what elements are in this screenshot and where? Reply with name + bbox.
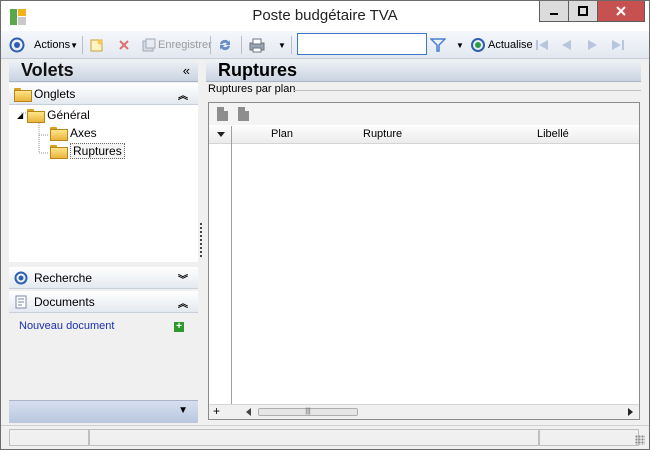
- first-icon: [536, 40, 548, 50]
- documents-label: Documents: [34, 294, 95, 309]
- ruptures-header: Ruptures: [206, 60, 641, 82]
- scroll-left-icon[interactable]: [246, 408, 251, 416]
- column-header-rupture[interactable]: Rupture: [363, 128, 402, 140]
- actualise-button[interactable]: Actualise: [470, 35, 533, 55]
- grid-header: Plan Rupture Libellé: [209, 126, 639, 144]
- expand-arrow-icon[interactable]: ◢: [17, 111, 23, 120]
- save-icon: [142, 38, 156, 52]
- recherche-section-header[interactable]: Recherche ︾: [9, 267, 198, 289]
- chevron-up-icon[interactable]: ︽: [178, 87, 188, 102]
- ruptures-par-plan-group: Ruptures par plan Plan Rupture Libellé +: [206, 83, 641, 423]
- scrollbar-thumb[interactable]: |||: [258, 408, 358, 416]
- print-button[interactable]: ▼: [248, 35, 286, 55]
- tree-node-general[interactable]: ◢ Général: [17, 106, 90, 124]
- actualise-label: Actualise: [488, 39, 533, 51]
- panel-overflow-bar[interactable]: ▼: [9, 400, 198, 423]
- grid-edit-icon[interactable]: [238, 107, 249, 121]
- refresh-button[interactable]: [217, 35, 233, 55]
- prev-icon: [562, 40, 571, 50]
- add-row-icon[interactable]: +: [213, 404, 220, 418]
- enregistrer-label: Enregistrer: [158, 39, 212, 51]
- folder-icon: [27, 109, 46, 123]
- status-cell-1: [9, 429, 89, 446]
- status-cell-2: [89, 429, 539, 446]
- grid-new-icon[interactable]: [217, 107, 228, 121]
- volets-header: Volets «: [9, 60, 198, 82]
- first-record-button[interactable]: [534, 35, 550, 55]
- add-document-icon[interactable]: +: [174, 322, 184, 332]
- ruptures-title: Ruptures: [218, 60, 298, 80]
- ruptures-grid: Plan Rupture Libellé + |||: [208, 102, 640, 420]
- resize-grip-icon[interactable]: [635, 435, 645, 445]
- recherche-icon: [14, 271, 28, 285]
- folder-icon: [14, 87, 32, 102]
- recherche-label: Recherche: [34, 270, 93, 285]
- status-bar: [1, 425, 649, 449]
- volets-title: Volets: [21, 60, 74, 80]
- group-label: Ruptures par plan: [208, 83, 299, 95]
- next-record-button[interactable]: [586, 35, 600, 55]
- chevron-up-icon[interactable]: ︽: [178, 295, 188, 310]
- chevron-down-icon[interactable]: ︾: [178, 271, 188, 286]
- next-icon: [588, 40, 597, 50]
- delete-icon: [119, 40, 129, 50]
- document-icon: [14, 295, 28, 309]
- minimize-button[interactable]: [539, 1, 569, 22]
- chevron-down-icon[interactable]: ▼: [178, 405, 188, 416]
- column-chooser-icon[interactable]: [217, 132, 225, 137]
- last-icon: [612, 40, 624, 50]
- filter-icon: [430, 38, 446, 52]
- tree-node-axes[interactable]: Axes: [50, 124, 97, 142]
- tree-node-general-label: Général: [47, 108, 90, 122]
- vertical-splitter-grip[interactable]: [200, 223, 202, 257]
- close-icon: [616, 6, 626, 16]
- onglets-tree: ◢ Général Axes Ruptures: [9, 105, 198, 307]
- folder-icon: [50, 127, 68, 141]
- minimize-icon: [550, 13, 558, 15]
- maximize-icon: [578, 6, 588, 16]
- row-header-gutter: [231, 126, 232, 406]
- onglets-label: Onglets: [34, 86, 76, 101]
- column-header-plan[interactable]: Plan: [271, 128, 293, 140]
- status-cell-3: [539, 429, 639, 446]
- print-icon: [249, 38, 265, 53]
- grid-footer: + |||: [209, 404, 639, 419]
- new-icon: [90, 39, 103, 52]
- filter-button[interactable]: ▼: [430, 35, 464, 55]
- delete-button[interactable]: [118, 35, 130, 55]
- maximize-button[interactable]: [568, 1, 598, 22]
- documents-area: Nouveau document +: [9, 314, 198, 399]
- grid-toolbar: [209, 103, 639, 125]
- volets-panel: Volets « Onglets ︽ ◢ Général Axes Ruptur…: [9, 60, 198, 423]
- actualise-icon: [471, 38, 485, 52]
- new-document-link[interactable]: Nouveau document: [19, 320, 114, 332]
- open-folder-icon: [50, 145, 68, 159]
- actions-label: Actions: [34, 39, 71, 51]
- tree-node-ruptures[interactable]: Ruptures: [50, 142, 125, 160]
- close-button[interactable]: [597, 1, 645, 22]
- documents-section-header[interactable]: Documents ︽: [9, 291, 198, 313]
- title-bar[interactable]: Poste budgétaire TVA: [1, 1, 649, 31]
- toolbar: Actions ▼ Enregistrer ▼ ▼ Actualise: [1, 31, 649, 59]
- refresh-icon: [220, 39, 230, 51]
- app-window: Poste budgétaire TVA Actions ▼ Enregistr…: [0, 0, 650, 450]
- tree-node-axes-label: Axes: [70, 126, 97, 140]
- search-input[interactable]: [297, 33, 427, 55]
- actions-button[interactable]: Actions ▼: [9, 35, 78, 55]
- actions-icon: [9, 37, 25, 53]
- last-record-button[interactable]: [610, 35, 626, 55]
- collapse-panel-button[interactable]: «: [183, 63, 190, 78]
- onglets-section-header[interactable]: Onglets ︽: [9, 83, 198, 105]
- column-header-libelle[interactable]: Libellé: [537, 128, 569, 140]
- scroll-right-icon[interactable]: [628, 408, 633, 416]
- tree-node-ruptures-label: Ruptures: [70, 143, 125, 159]
- horizontal-scrollbar[interactable]: |||: [246, 406, 633, 418]
- enregistrer-button[interactable]: Enregistrer: [142, 35, 212, 55]
- ruptures-panel: Ruptures Ruptures par plan Plan Rupture …: [206, 60, 641, 423]
- new-button[interactable]: [90, 35, 104, 55]
- prev-record-button[interactable]: [559, 35, 573, 55]
